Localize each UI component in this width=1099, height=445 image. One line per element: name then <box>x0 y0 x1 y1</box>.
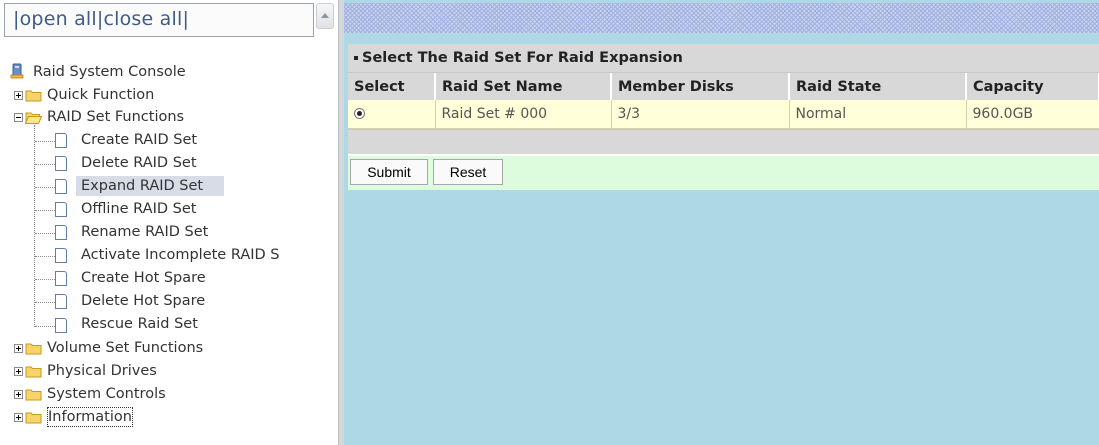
tree-item-expand-raid-set[interactable]: Expand RAID Set <box>81 176 203 196</box>
tree-line <box>35 326 55 328</box>
tree-controls: |open all|close all| <box>4 3 314 37</box>
raid-state-cell: Normal <box>789 100 967 129</box>
navigation-frame: |open all|close all| Raid System Console… <box>0 0 338 445</box>
tree-item-offline-raid-set[interactable]: Offline RAID Set <box>81 199 196 219</box>
page-icon <box>55 248 67 263</box>
folder-icon <box>25 389 42 401</box>
folder-icon <box>25 90 42 102</box>
header-banner <box>344 3 1099 33</box>
tree-item-create-hot-spare[interactable]: Create Hot Spare <box>81 268 206 288</box>
scroll-up-button[interactable] <box>316 3 334 29</box>
collapse-icon[interactable] <box>14 113 23 122</box>
raid-set-radio[interactable] <box>354 108 365 120</box>
tree-item-rename-raid-set[interactable]: Rename RAID Set <box>81 222 208 242</box>
table-row: Raid Set # 000 3/3 Normal 960.0GB <box>348 100 1099 129</box>
member-disks-cell: 3/3 <box>611 100 790 129</box>
raid-expansion-panel: Select The Raid Set For Raid Expansion S… <box>348 44 1099 190</box>
open-all-link[interactable]: open all <box>20 8 97 30</box>
open-folder-icon <box>25 112 42 124</box>
tree-item-quick-function[interactable]: Quick Function <box>47 85 154 105</box>
page-icon <box>55 271 67 286</box>
page-icon <box>55 133 67 148</box>
column-header-raid-set-name: Raid Set Name <box>435 73 612 100</box>
column-header-capacity: Capacity <box>966 73 1099 100</box>
expand-icon[interactable] <box>14 344 23 353</box>
expand-icon[interactable] <box>14 91 23 100</box>
page-icon <box>55 225 67 240</box>
panel-title: Select The Raid Set For Raid Expansion <box>362 50 683 66</box>
expand-icon[interactable] <box>14 413 23 422</box>
tree-line <box>35 187 55 189</box>
table-header-row: Select Raid Set Name Member Disks Raid S… <box>348 73 1099 100</box>
expand-icon[interactable] <box>14 390 23 399</box>
folder-icon <box>25 412 42 424</box>
tree-item-volume-set-functions[interactable]: Volume Set Functions <box>47 338 203 358</box>
column-header-raid-state: Raid State <box>789 73 967 100</box>
expand-icon[interactable] <box>14 367 23 376</box>
tree-item-information[interactable]: Information <box>47 407 133 427</box>
page-icon <box>55 294 67 309</box>
folder-icon <box>25 366 42 378</box>
page-icon <box>55 202 67 217</box>
tree-line <box>35 210 55 212</box>
page-icon <box>55 156 67 171</box>
tree-line <box>35 279 55 281</box>
tree-line <box>35 233 55 235</box>
tree-item-system-controls[interactable]: System Controls <box>47 384 166 404</box>
page-icon <box>55 179 67 194</box>
tree-item-delete-raid-set[interactable]: Delete RAID Set <box>81 153 197 173</box>
close-all-link[interactable]: close all <box>103 8 182 30</box>
select-cell <box>348 100 436 129</box>
tree-line <box>35 256 55 258</box>
folder-icon <box>25 343 42 355</box>
tree-item-rescue-raid-set[interactable]: Rescue Raid Set <box>81 314 198 334</box>
raid-set-table: Select Raid Set Name Member Disks Raid S… <box>348 73 1099 129</box>
tree-item-physical-drives[interactable]: Physical Drives <box>47 361 157 381</box>
button-row: Submit Reset <box>348 153 1099 190</box>
tree-line <box>34 125 36 327</box>
separator: | <box>182 8 190 30</box>
tree-item-activate-incomplete-raid-set[interactable]: Activate Incomplete RAID S <box>81 245 280 265</box>
reset-button[interactable]: Reset <box>433 158 503 185</box>
table-footer <box>348 128 1099 154</box>
column-header-member-disks: Member Disks <box>611 73 790 100</box>
tree-item-raid-set-functions[interactable]: RAID Set Functions <box>47 107 184 127</box>
console-icon <box>10 63 24 79</box>
column-header-select: Select <box>348 73 436 100</box>
separator: | <box>13 8 20 30</box>
tree-line <box>35 302 55 304</box>
tree-line <box>35 164 55 166</box>
panel-caption: Select The Raid Set For Raid Expansion <box>348 44 1099 73</box>
submit-button[interactable]: Submit <box>350 158 428 185</box>
capacity-cell: 960.0GB <box>966 100 1099 129</box>
content-frame: Select The Raid Set For Raid Expansion S… <box>344 0 1099 445</box>
tree-item-create-raid-set[interactable]: Create RAID Set <box>81 130 197 150</box>
page-icon <box>55 318 67 333</box>
tree-root-label[interactable]: Raid System Console <box>33 62 186 82</box>
tree-line <box>35 141 55 143</box>
raid-set-name-cell: Raid Set # 000 <box>435 100 612 129</box>
tree-item-delete-hot-spare[interactable]: Delete Hot Spare <box>81 291 205 311</box>
